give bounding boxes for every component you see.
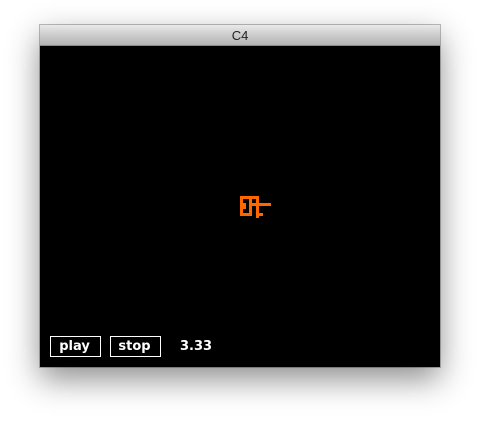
value-readout: 3.33 (180, 339, 213, 354)
app-window: C4 play stop 3.33 (40, 25, 440, 367)
game-canvas[interactable]: play stop 3.33 (40, 46, 440, 367)
window-title-bar[interactable]: C4 (40, 25, 440, 46)
stop-button[interactable]: stop (110, 336, 161, 357)
pixel-creature-icon (240, 196, 271, 218)
play-button[interactable]: play (50, 336, 101, 357)
window-title: C4 (231, 28, 249, 43)
